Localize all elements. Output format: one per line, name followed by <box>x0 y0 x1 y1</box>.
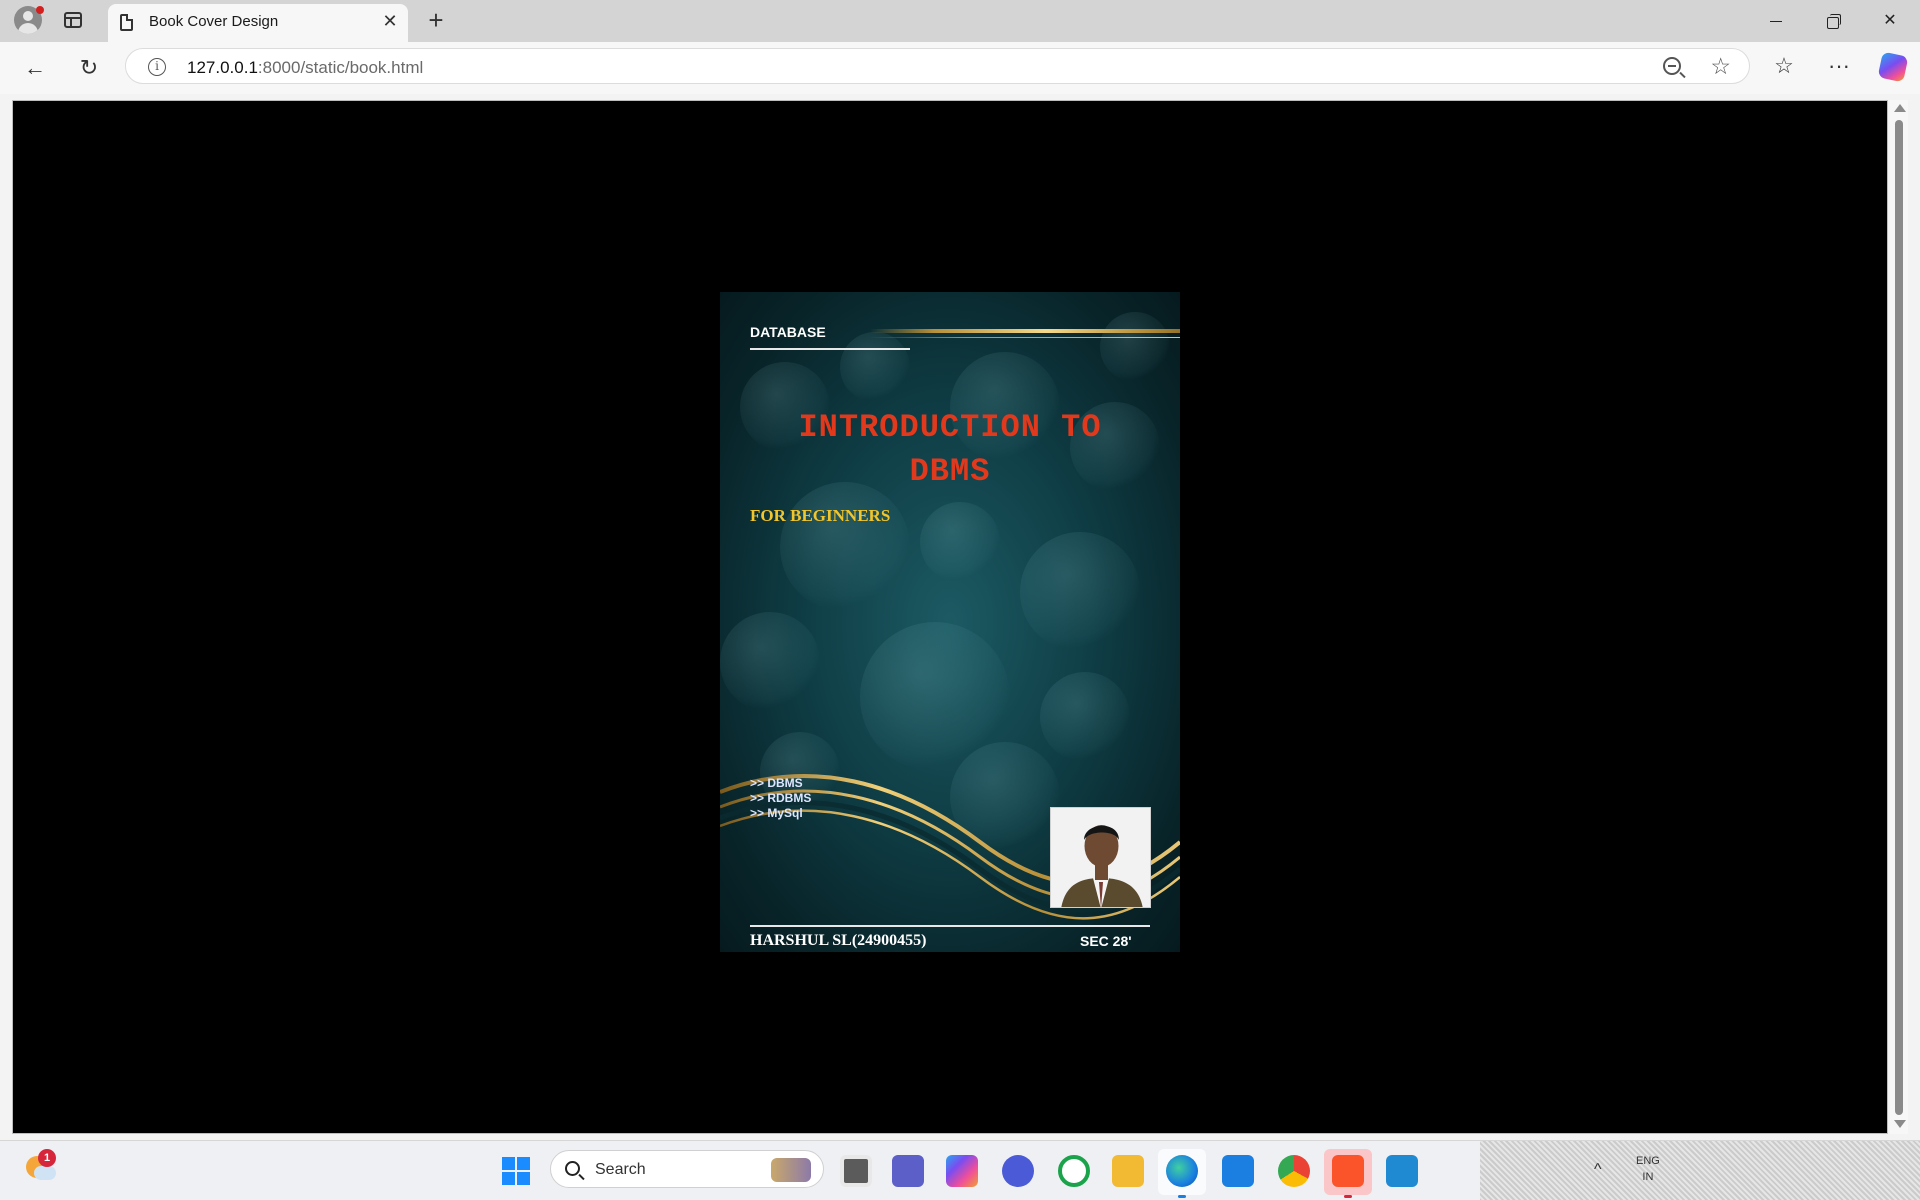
more-icon[interactable]: ··· <box>1823 50 1855 82</box>
scroll-up-arrow[interactable] <box>1894 104 1906 112</box>
new-tab-button[interactable]: + <box>424 6 448 34</box>
bubble-decoration <box>1020 532 1140 652</box>
back-button[interactable]: ← <box>21 54 49 82</box>
search-highlight-icon <box>771 1158 811 1182</box>
bubble-decoration <box>720 612 820 712</box>
address-bar[interactable]: i 127.0.0.1:8000/static/book.html ☆ <box>125 48 1750 84</box>
url-path: :8000/static/book.html <box>257 58 424 77</box>
brave-running-indicator <box>1344 1195 1352 1198</box>
tab-strip: Book Cover Design ✕ + ✕ <box>0 0 1920 42</box>
notification-badge: 1 <box>38 1149 56 1167</box>
author-section: SEC 28' <box>1080 933 1132 949</box>
bubble-decoration <box>920 502 1000 582</box>
url-host: 127.0.0.1 <box>187 58 258 77</box>
url-text[interactable]: 127.0.0.1:8000/static/book.html <box>187 58 423 78</box>
region-code: IN <box>1642 1171 1654 1183</box>
reload-button[interactable]: ↻ <box>75 54 103 82</box>
vscode-icon[interactable] <box>1386 1155 1418 1187</box>
circle-app-icon[interactable] <box>1058 1155 1090 1187</box>
tab-close-button[interactable]: ✕ <box>380 11 400 31</box>
store-icon[interactable] <box>1222 1155 1254 1187</box>
topic-list: >> DBMS >> RDBMS >> MySql <box>750 776 811 821</box>
profile-notification-dot <box>36 6 44 14</box>
star-icon[interactable]: ☆ <box>1710 53 1731 80</box>
cover-category: DATABASE <box>750 324 826 340</box>
page-icon <box>120 14 133 31</box>
topic-item: >> MySql <box>750 806 803 820</box>
edge-running-indicator <box>1178 1195 1186 1198</box>
restore-button[interactable] <box>1812 8 1852 34</box>
taskbar-search[interactable]: Search <box>550 1150 824 1188</box>
scroll-down-arrow[interactable] <box>1894 1120 1906 1128</box>
browser-toolbar: ← ↻ i 127.0.0.1:8000/static/book.html ☆ … <box>0 42 1920 94</box>
gold-accent-line <box>870 337 1180 338</box>
tab-actions-icon[interactable] <box>64 12 82 28</box>
teams-icon[interactable] <box>892 1155 924 1187</box>
bubble-decoration <box>1040 672 1130 762</box>
bubble-decoration <box>1100 312 1170 382</box>
close-window-button[interactable]: ✕ <box>1870 8 1910 34</box>
tab-book-cover-design[interactable]: Book Cover Design ✕ <box>108 4 408 42</box>
language-code: ENG <box>1636 1155 1660 1167</box>
topic-item: >> DBMS <box>750 776 803 790</box>
author-name: HARSHUL SL(24900455) <box>750 932 927 949</box>
favorites-icon[interactable]: ☆ <box>1768 50 1800 82</box>
taskbar-background-pattern <box>1480 1141 1920 1200</box>
author-photo <box>1050 807 1151 908</box>
bubble-decoration <box>840 332 910 402</box>
chrome-icon[interactable] <box>1278 1155 1310 1187</box>
folder-icon[interactable] <box>1112 1155 1144 1187</box>
tray-overflow-icon[interactable]: ^ <box>1594 1161 1602 1179</box>
scroll-thumb[interactable] <box>1895 120 1903 1115</box>
language-indicator[interactable]: ENG IN <box>1636 1153 1660 1185</box>
edge-icon[interactable] <box>1166 1155 1198 1187</box>
start-icon[interactable] <box>502 1157 530 1185</box>
topic-item: >> RDBMS <box>750 791 812 805</box>
gold-accent-line <box>870 329 1180 333</box>
vertical-scrollbar[interactable] <box>1890 100 1908 1134</box>
info-icon[interactable]: i <box>148 58 166 76</box>
category-underline <box>750 348 910 350</box>
taskbar: 1 Search ^ ENG IN <box>0 1140 1920 1200</box>
bubble-decoration <box>780 482 910 612</box>
cover-subtitle: FOR BEGINNERS <box>750 506 891 525</box>
bottom-rule <box>750 925 1150 927</box>
zoom-out-icon[interactable] <box>1663 57 1681 75</box>
task-view-icon[interactable] <box>840 1155 872 1187</box>
search-label: Search <box>595 1161 646 1178</box>
tab-title: Book Cover Design <box>149 13 279 30</box>
arc-icon[interactable] <box>1002 1155 1034 1187</box>
book-cover: DATABASE INTRODUCTION TO DBMS FOR BEGINN… <box>720 292 1180 952</box>
search-icon <box>565 1161 580 1176</box>
cover-title: INTRODUCTION TO DBMS <box>798 409 1102 490</box>
copilot-app-icon[interactable] <box>946 1155 978 1187</box>
brave-icon[interactable] <box>1332 1155 1364 1187</box>
minimize-button[interactable] <box>1756 8 1796 34</box>
